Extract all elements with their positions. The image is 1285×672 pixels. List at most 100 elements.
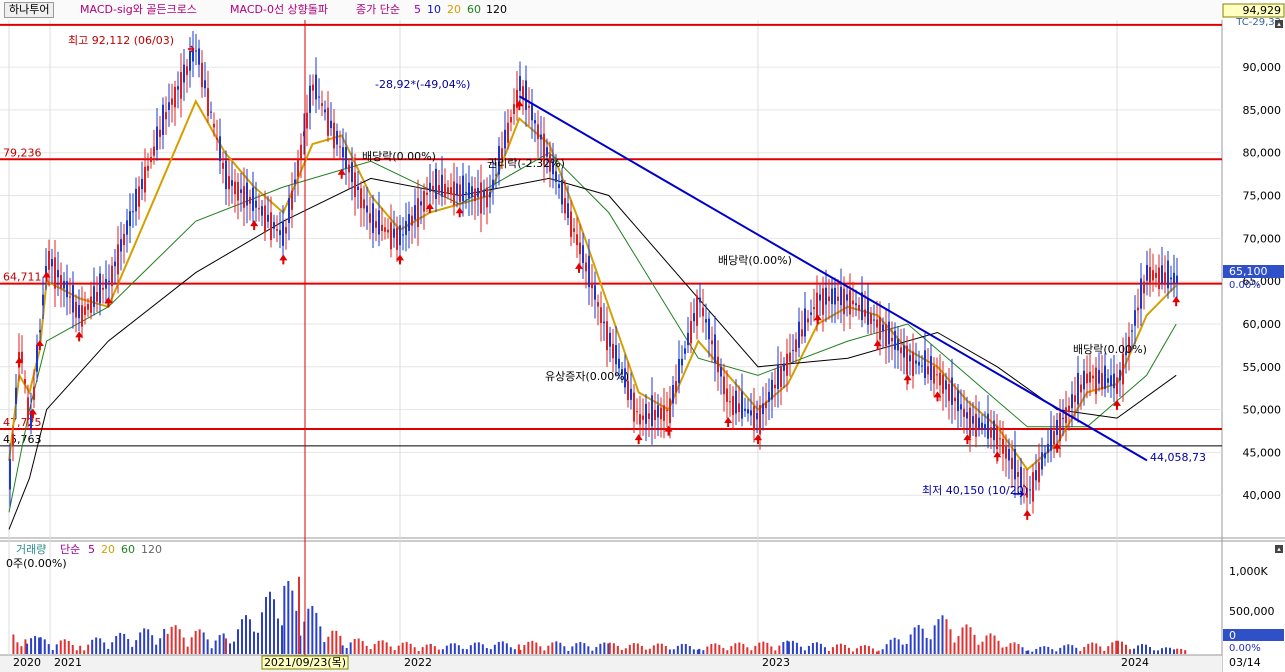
candle-body [504, 129, 506, 149]
volume-bar [315, 612, 318, 654]
volume-bar [1153, 650, 1155, 654]
candle-body [657, 405, 659, 418]
volume-bar [409, 643, 412, 654]
candle-body [420, 201, 422, 206]
volume-bar [1063, 645, 1066, 654]
volume-bar [1121, 641, 1123, 654]
volume-bar [706, 646, 709, 654]
candle-body [258, 208, 260, 210]
candle-body [1047, 443, 1049, 453]
volume-bar [63, 639, 66, 654]
candle-body [888, 321, 890, 345]
volume-bar [218, 635, 221, 654]
candle-body [963, 408, 965, 417]
volume-bar [198, 629, 201, 654]
volume-bar [493, 644, 496, 654]
candle-body [345, 147, 347, 169]
candle-body [717, 356, 719, 373]
volume-bar [616, 645, 619, 654]
candle-body [747, 409, 749, 414]
candle-body [651, 395, 653, 427]
volume-bar [457, 645, 460, 654]
candle-body [1011, 457, 1013, 470]
volume-bar [147, 629, 150, 654]
volume-bar [174, 625, 177, 654]
candle-body [765, 401, 767, 409]
candle-body [942, 374, 944, 394]
candle-body [528, 105, 530, 108]
candle-body [945, 380, 947, 390]
volume-bar [1149, 646, 1151, 654]
volume-bar [726, 650, 729, 654]
volume-bar [718, 644, 721, 654]
volume-bar [632, 643, 635, 654]
candle-body [741, 391, 743, 419]
candle-body [1170, 277, 1172, 280]
candle-body [681, 358, 683, 366]
volume-bar [941, 615, 944, 654]
volume-bar [762, 641, 765, 654]
candle-body [693, 313, 695, 322]
candle-body [840, 286, 842, 306]
candle-body [255, 200, 257, 208]
volume-bar [361, 641, 364, 654]
candle-body [132, 211, 134, 213]
candle-body [1002, 438, 1004, 454]
volume-bar [429, 644, 432, 654]
candle-body [510, 117, 512, 123]
volume-bar [417, 650, 420, 654]
volume-bar [43, 639, 46, 654]
candle-body [204, 80, 206, 89]
volume-bar [34, 636, 37, 654]
candle-body [846, 294, 848, 301]
volume-bar [47, 644, 50, 654]
candle-body [870, 313, 872, 324]
candle-body [219, 136, 221, 162]
volume-bar [624, 648, 627, 654]
candle-body [1149, 266, 1151, 284]
volume-ma-5: 5 [88, 543, 95, 556]
event-dividend-3: 배당락(0.00%) [1073, 343, 1147, 356]
candle-body [843, 288, 845, 315]
volume-collapse-icon[interactable]: ▴ [1275, 545, 1283, 553]
candle-body [480, 182, 482, 214]
candle-body [207, 88, 209, 116]
candle-body [1044, 452, 1046, 459]
volume-bar [531, 640, 534, 654]
candle-body [396, 227, 398, 250]
candle-body [363, 199, 365, 209]
candle-body [381, 224, 383, 232]
candle-body [726, 388, 728, 402]
volume-bar [1051, 649, 1054, 654]
candle-body [276, 229, 278, 231]
candle-body [744, 408, 746, 411]
volume-bar [599, 643, 602, 654]
volume-bar [115, 636, 118, 654]
volume-bar [933, 625, 936, 654]
candle-body [24, 378, 26, 384]
candle-body [1164, 272, 1166, 285]
candle-body [753, 406, 755, 431]
candle-body [441, 174, 443, 197]
price-tick-label: 55,000 [1243, 361, 1282, 374]
price-collapse-icon[interactable]: ▴ [1275, 20, 1283, 28]
volume-bar [91, 639, 94, 654]
volume-bar [393, 650, 396, 654]
volume-bar [1021, 647, 1024, 654]
volume-bar [875, 651, 878, 654]
volume-bar [237, 629, 239, 654]
volume-bar [547, 645, 550, 654]
candle-body [189, 50, 191, 71]
candle-body [435, 168, 437, 200]
candle-body [645, 403, 647, 424]
candle-body [264, 205, 266, 233]
volume-bar [913, 627, 916, 654]
candle-body [270, 212, 272, 240]
candle-body [525, 80, 527, 110]
volume-bar [389, 646, 392, 654]
candle-body [576, 234, 578, 246]
candle-body [417, 198, 419, 228]
candle-body [558, 184, 560, 189]
candle-body [732, 396, 734, 416]
volume-bar [684, 643, 687, 654]
